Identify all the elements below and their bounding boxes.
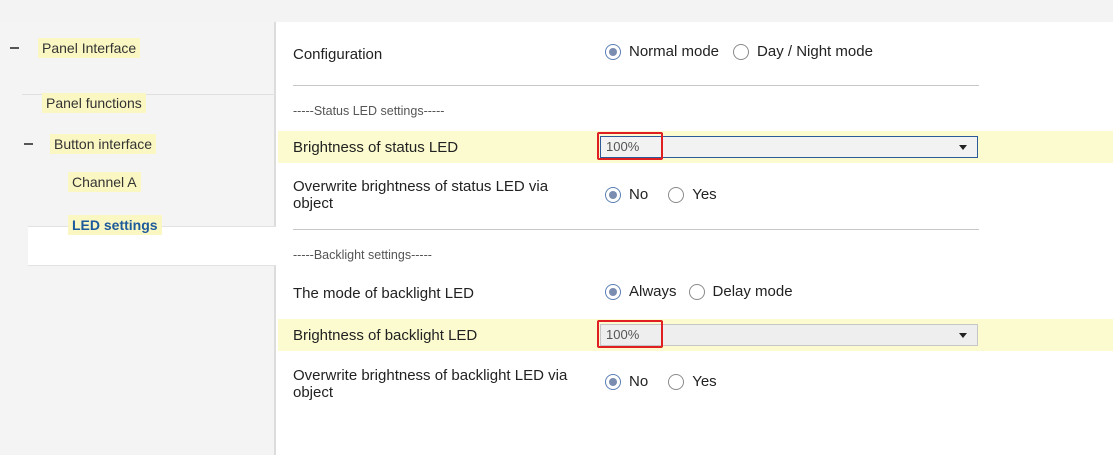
overwrite-backlight-row: Overwrite brightness of backlight LED vi… xyxy=(278,359,1113,403)
radio-label: No xyxy=(629,373,649,390)
brightness-status-label: Brightness of status LED xyxy=(293,139,459,156)
label-line: Overwrite brightness of status LED via xyxy=(293,178,549,195)
parameter-panel: Configuration Normal mode Day / Night mo… xyxy=(278,22,1113,455)
backlight-mode-radio-group: Always Delay mode xyxy=(605,283,807,300)
radio-yes[interactable]: Yes xyxy=(668,186,717,203)
radio-checked-icon[interactable] xyxy=(605,373,621,390)
chevron-down-icon[interactable] xyxy=(959,145,967,150)
radio-label: Normal mode xyxy=(629,43,720,60)
section-divider xyxy=(293,85,979,86)
radio-unchecked-icon[interactable] xyxy=(668,373,685,390)
radio-checked-icon[interactable] xyxy=(605,283,621,300)
overwrite-backlight-radio-group: No Yes xyxy=(605,373,731,390)
backlight-section-title: -----Backlight settings----- xyxy=(293,248,432,262)
overwrite-status-row: Overwrite brightness of status LED via o… xyxy=(278,170,1113,214)
brightness-status-dropdown[interactable]: 100% xyxy=(597,132,978,160)
label-line: Overwrite brightness of backlight LED vi… xyxy=(293,367,568,384)
configuration-radio-group: Normal mode Day / Night mode xyxy=(605,43,887,60)
radio-checked-icon[interactable] xyxy=(605,186,621,203)
sidebar-item-label: Panel Interface xyxy=(38,38,141,58)
configuration-label: Configuration xyxy=(293,46,383,63)
label-line: object xyxy=(293,384,334,401)
radio-normal-mode[interactable]: Normal mode xyxy=(605,43,719,60)
sidebar-item-label: Panel functions xyxy=(42,93,146,113)
collapse-icon[interactable] xyxy=(10,47,19,49)
radio-no[interactable]: No xyxy=(605,186,648,203)
brightness-backlight-label: Brightness of backlight LED xyxy=(293,327,478,344)
backlight-mode-label: The mode of backlight LED xyxy=(293,285,474,302)
sidebar-item-button-interface[interactable]: Button interface xyxy=(24,127,157,161)
sidebar-tree: Panel Interface Panel functions Button i… xyxy=(0,22,276,455)
annotation-highlight-box xyxy=(597,132,663,160)
annotation-highlight-box xyxy=(597,320,663,348)
collapse-icon[interactable] xyxy=(24,143,33,145)
brightness-status-row: Brightness of status LED 100% xyxy=(278,131,1113,163)
radio-always[interactable]: Always xyxy=(605,283,677,300)
brightness-backlight-dropdown[interactable]: 100% xyxy=(597,320,978,348)
label-line: object xyxy=(293,195,334,212)
radio-yes[interactable]: Yes xyxy=(668,373,717,390)
backlight-mode-row: The mode of backlight LED Always Delay m… xyxy=(278,276,1113,308)
radio-unchecked-icon[interactable] xyxy=(733,43,750,60)
sidebar-item-label: Button interface xyxy=(50,134,157,154)
radio-label: No xyxy=(629,186,649,203)
top-bar xyxy=(0,0,1113,22)
radio-no[interactable]: No xyxy=(605,373,648,390)
chevron-down-icon[interactable] xyxy=(959,333,967,338)
radio-label: Yes xyxy=(692,373,717,390)
sidebar-item-panel-interface[interactable]: Panel Interface xyxy=(10,31,141,65)
radio-label: Always xyxy=(629,283,677,300)
status-led-section-title: -----Status LED settings----- xyxy=(293,104,445,118)
sidebar-item-led-settings[interactable]: LED settings xyxy=(68,208,162,242)
overwrite-backlight-label: Overwrite brightness of backlight LED vi… xyxy=(293,367,567,401)
sidebar-item-channel-a[interactable]: Channel A xyxy=(68,165,141,199)
radio-checked-icon[interactable] xyxy=(605,43,621,60)
radio-day-night-mode[interactable]: Day / Night mode xyxy=(733,43,873,60)
radio-label: Delay mode xyxy=(712,283,793,300)
brightness-backlight-row: Brightness of backlight LED 100% xyxy=(278,319,1113,351)
radio-label: Day / Night mode xyxy=(757,43,873,60)
radio-delay-mode[interactable]: Delay mode xyxy=(688,283,793,300)
sidebar-item-label: Channel A xyxy=(68,172,141,192)
radio-label: Yes xyxy=(692,186,717,203)
sidebar-item-label: LED settings xyxy=(68,215,162,235)
overwrite-status-label: Overwrite brightness of status LED via o… xyxy=(293,178,548,212)
radio-unchecked-icon[interactable] xyxy=(688,283,705,300)
section-divider xyxy=(293,229,979,230)
sidebar-item-panel-functions[interactable]: Panel functions xyxy=(42,86,146,120)
radio-unchecked-icon[interactable] xyxy=(668,186,685,203)
configuration-row: Configuration Normal mode Day / Night mo… xyxy=(278,36,1113,70)
overwrite-status-radio-group: No Yes xyxy=(605,186,731,203)
